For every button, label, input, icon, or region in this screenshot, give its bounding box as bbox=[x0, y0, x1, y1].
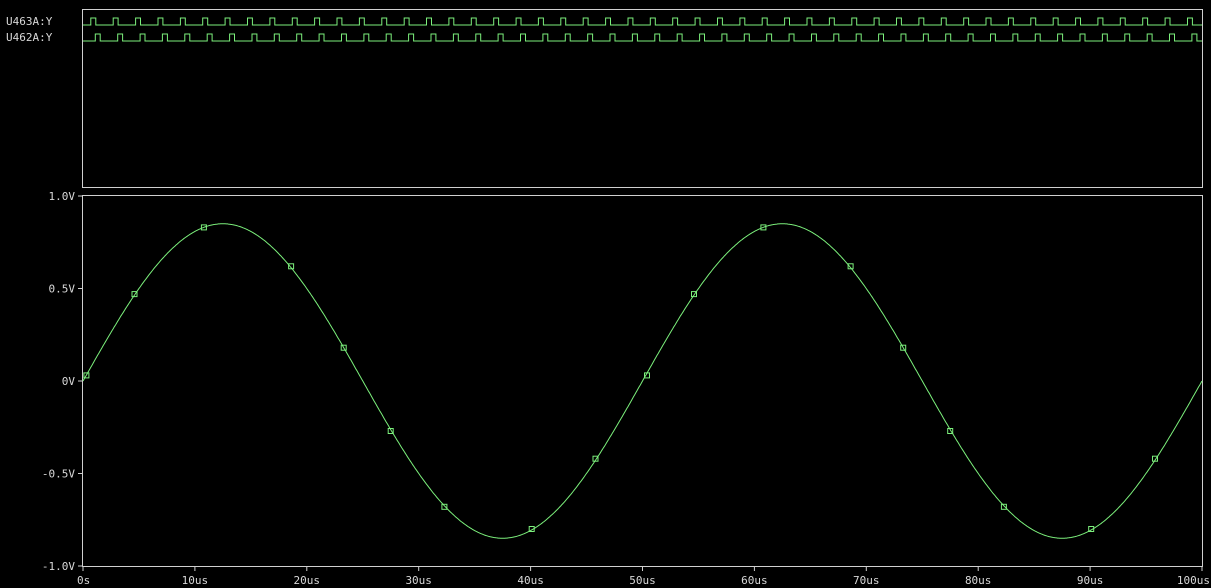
y-tick-label: 0V bbox=[62, 375, 76, 388]
digital-label-u462a: U462A:Y bbox=[6, 31, 53, 44]
digital-trace-u463a bbox=[83, 17, 1202, 26]
y-tick-label: -0.5V bbox=[42, 468, 75, 481]
analog-markers bbox=[83, 224, 1158, 532]
x-tick-label: 80us bbox=[965, 574, 992, 587]
x-tick-label: 70us bbox=[853, 574, 880, 587]
digital-label-u463a: U463A:Y bbox=[6, 15, 53, 28]
x-tick-label: 20us bbox=[294, 574, 321, 587]
oscilloscope-plot: U463A:Y U462A:Y 1.0V0.5V0V-0.5V-1.0V 0s 1… bbox=[6, 9, 1210, 587]
x-axis: 0s 10us 20us 30us 40us 50us 60us 70us 80us 90us 10… bbox=[77, 566, 1210, 587]
x-tick-label: 50us bbox=[629, 574, 656, 587]
x-tick-label: 10us bbox=[182, 574, 209, 587]
digital-panel-frame bbox=[82, 9, 1203, 188]
x-tick-label: 90us bbox=[1077, 574, 1104, 587]
digital-trace-u462a bbox=[83, 33, 1202, 42]
digital-panel: U463A:Y U462A:Y bbox=[6, 9, 1203, 188]
x-tick-label: 60us bbox=[741, 574, 768, 587]
x-tick-label: 0s bbox=[77, 574, 90, 587]
analog-panel: 1.0V 0.5V 0V -0.5V -1.0V 0s 10us 20us 30us 40us 5… bbox=[42, 190, 1210, 587]
analog-point bbox=[1000, 503, 1007, 510]
x-tick-label: 30us bbox=[405, 574, 432, 587]
y-axis: 1.0V 0.5V 0V -0.5V -1.0V bbox=[42, 190, 83, 573]
analog-point bbox=[441, 503, 448, 510]
analog-trace bbox=[82, 223, 1203, 539]
y-tick-label: 1.0V bbox=[49, 190, 76, 203]
x-tick-label: 40us bbox=[517, 574, 544, 587]
y-tick-label: -1.0V bbox=[42, 560, 75, 573]
y-tick-label: 0.5V bbox=[49, 283, 76, 296]
x-tick-label: 100us bbox=[1177, 574, 1210, 587]
